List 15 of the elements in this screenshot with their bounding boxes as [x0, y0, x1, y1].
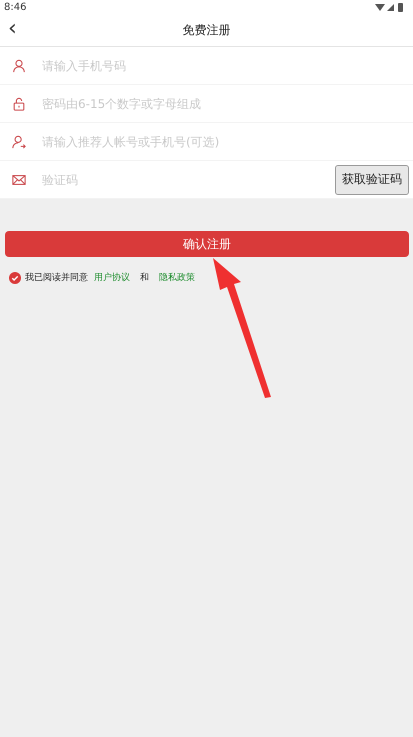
- user-agreement-link[interactable]: 用户协议: [94, 271, 130, 284]
- checkbox[interactable]: [9, 272, 21, 284]
- and-text: 和: [140, 272, 149, 284]
- status-icons: [375, 2, 405, 12]
- agreement-text: 我已阅读并同意: [25, 272, 88, 284]
- privacy-policy-link[interactable]: 隐私政策: [159, 271, 195, 284]
- status-time: 8:46: [4, 2, 26, 12]
- back-button[interactable]: ‹: [2, 18, 23, 40]
- lock-icon: [12, 96, 26, 110]
- mail-icon: [12, 172, 26, 186]
- page-title: 免费注册: [182, 22, 230, 38]
- person-add-icon: [12, 134, 26, 148]
- get-code-button[interactable]: 获取验证码: [335, 164, 409, 194]
- person-icon: [12, 58, 26, 72]
- register-button[interactable]: 确认注册: [5, 231, 409, 257]
